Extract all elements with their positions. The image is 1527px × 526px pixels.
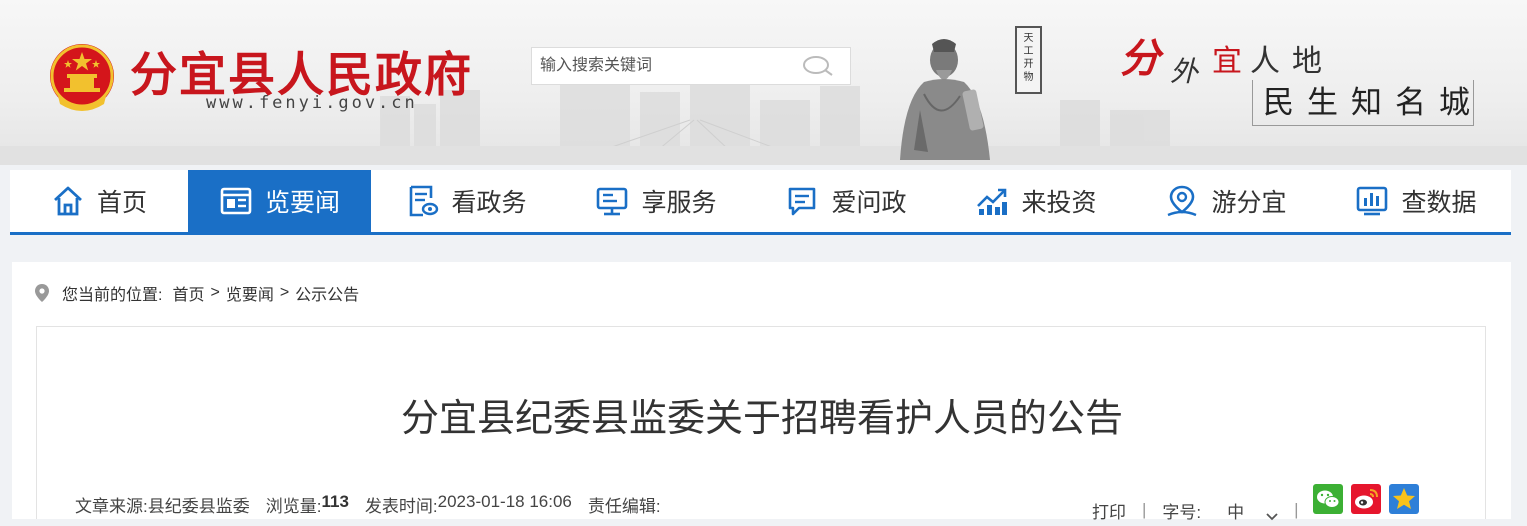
editor-label: 责任编辑: [587, 497, 661, 516]
news-icon [219, 184, 253, 218]
location-pin-icon [34, 283, 50, 303]
seal-char: 工 [1023, 46, 1034, 57]
site-header: 分宜县人民政府 www.fenyi.gov.cn 天 工 开 物 分 外 宜 人… [0, 0, 1527, 165]
article-card: 分宜县纪委县监委关于招聘看护人员的公告 文章来源: 县纪委县监委 浏览量: 11… [36, 326, 1486, 523]
nav-label: 爱问政 [831, 189, 907, 217]
statue-image [900, 39, 990, 160]
search-icon[interactable] [800, 54, 834, 78]
breadcrumb-home[interactable]: 首页 [172, 281, 204, 305]
bar-chart-icon [1355, 184, 1389, 218]
chat-icon [785, 184, 819, 218]
breadcrumb-news[interactable]: 览要闻 [226, 281, 274, 305]
weibo-icon[interactable] [1350, 484, 1381, 514]
article-meta: 文章来源: 县纪委县监委 浏览量: 113 发表时间: 2023-01-18 1… [75, 492, 661, 517]
time-label: 发表时间: [364, 497, 438, 516]
slogan-bottom: 民生知名城 [1252, 80, 1474, 126]
nav-label: 查数据 [1401, 189, 1477, 217]
time-value: 2023-01-18 16:06 [437, 492, 572, 511]
breadcrumb-prefix: 您当前的位置: [62, 287, 163, 304]
font-size-label: 字号: [1162, 502, 1202, 522]
breadcrumb-announcements[interactable]: 公示公告 [295, 281, 359, 305]
breadcrumb-separator: > [279, 284, 290, 301]
seal-char: 物 [1023, 72, 1034, 83]
nav-item-inquiry[interactable]: 爱问政 [751, 170, 941, 232]
document-icon [405, 184, 439, 218]
breadcrumb-separator: > [210, 284, 220, 301]
wechat-icon[interactable] [1312, 484, 1343, 514]
nav-label: 看政务 [451, 189, 527, 217]
nav-label: 游分宜 [1211, 189, 1287, 217]
source-label: 文章来源: [75, 497, 148, 516]
seal-char: 开 [1023, 59, 1034, 70]
location-icon [1165, 184, 1199, 218]
breadcrumb: 您当前的位置: 首页 > 览要闻 > 公示公告 [34, 282, 359, 304]
search-box [531, 47, 851, 85]
nav-underline [10, 232, 1511, 235]
seal-stamp: 天 工 开 物 [1015, 26, 1042, 94]
seal-char: 天 [1023, 33, 1034, 44]
nav-item-news[interactable]: 览要闻 [188, 170, 371, 232]
slogan-char: 人 [1250, 44, 1280, 79]
nav-label: 来投资 [1021, 189, 1097, 217]
chart-trend-icon [975, 184, 1009, 218]
nav-label: 享服务 [641, 189, 717, 217]
site-url: www.fenyi.gov.cn [206, 93, 418, 113]
nav-label: 览要闻 [264, 189, 340, 217]
slogan-char: 外 [1170, 55, 1199, 88]
nav-item-data[interactable]: 查数据 [1321, 170, 1511, 232]
views-label: 浏览量: [265, 497, 322, 516]
content-panel: 您当前的位置: 首页 > 览要闻 > 公示公告 分宜县纪委县监委关于招聘看护人员… [12, 262, 1511, 523]
chevron-down-icon [1266, 506, 1278, 521]
font-size-select[interactable]: 中 [1227, 476, 1278, 523]
main-nav: 首页 览要闻 看政务 享服务 爱问政 来投资 游分宜 查数据 [10, 170, 1511, 232]
nav-item-government[interactable]: 看政务 [371, 170, 561, 232]
source-value: 县纪委县监委 [147, 497, 250, 516]
nav-item-home[interactable]: 首页 [10, 170, 188, 232]
home-icon [51, 184, 85, 218]
nav-label: 首页 [96, 189, 147, 217]
article-tools: 打印 | 字号: 中 | [1092, 476, 1419, 523]
article-title: 分宜县纪委县监委关于招聘看护人员的公告 [400, 398, 1123, 440]
nav-item-tourism[interactable]: 游分宜 [1131, 170, 1321, 232]
qzone-icon[interactable] [1388, 484, 1419, 514]
monitor-icon [595, 184, 629, 218]
print-button[interactable]: 打印 [1092, 476, 1126, 523]
slogan-char: 地 [1292, 44, 1322, 79]
tools-separator: | [1294, 500, 1299, 519]
nav-item-service[interactable]: 享服务 [561, 170, 751, 232]
nav-item-investment[interactable]: 来投资 [941, 170, 1131, 232]
search-input[interactable] [532, 48, 792, 84]
views-value: 113 [321, 492, 349, 511]
national-emblem-logo [50, 44, 114, 111]
slogan-char: 宜 [1212, 44, 1242, 79]
slogan-char: 分 [1120, 35, 1160, 82]
tools-separator: | [1142, 500, 1147, 519]
